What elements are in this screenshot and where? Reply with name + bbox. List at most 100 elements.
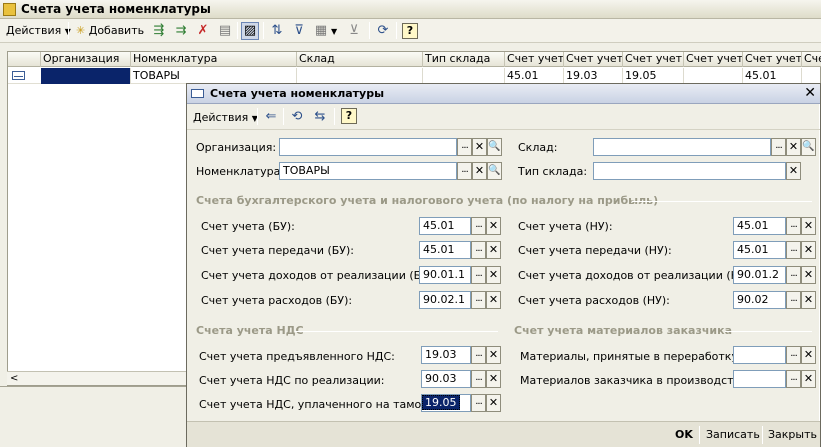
sort-icon[interactable]: ⇅	[268, 22, 286, 40]
cell-account[interactable]	[802, 68, 821, 84]
nu-transfer-account-clear-icon[interactable]: ✕	[801, 241, 816, 259]
cell-account[interactable]: 45.01	[743, 68, 802, 84]
cell-account[interactable]: 45.01	[505, 68, 564, 84]
bu-transfer-account-field[interactable]: 45.01	[419, 241, 471, 259]
nu-expense-account-choose-button[interactable]: ...	[786, 291, 801, 309]
bu-expense-account-field[interactable]: 90.02.1	[419, 291, 471, 309]
filter-icon[interactable]: ⊽	[290, 22, 308, 40]
column-header[interactable]: Счет учет...	[564, 52, 623, 67]
help-button[interactable]: ?	[402, 23, 418, 39]
horizontal-scrollbar[interactable]: <	[7, 371, 187, 385]
vat-sales-account-choose-button[interactable]: ...	[471, 370, 486, 388]
vat-input-account-clear-icon[interactable]: ✕	[486, 346, 501, 364]
materials-production-field[interactable]	[733, 370, 786, 388]
clear-filter-icon[interactable]: ⊻	[345, 22, 363, 40]
nu-account-field[interactable]: 45.01	[733, 217, 786, 235]
column-header[interactable]: Номенклатура	[131, 52, 297, 67]
nomenclature-field[interactable]: ТОВАРЫ	[279, 162, 457, 180]
column-header[interactable]: Тип склада	[423, 52, 505, 67]
organization-choose-button[interactable]: ...	[457, 138, 472, 156]
warehouse-choose-button[interactable]: ...	[771, 138, 786, 156]
column-header[interactable]: Счет учет...	[684, 52, 743, 67]
add-button[interactable]: ✳ Добавить	[72, 21, 148, 40]
bu-transfer-account-clear-icon[interactable]: ✕	[486, 241, 501, 259]
column-header[interactable]: Счет учет...	[505, 52, 564, 67]
materials-production-choose-button[interactable]: ...	[786, 370, 801, 388]
list-mode-icon[interactable]: ▨	[241, 22, 259, 40]
dialog-title-bar[interactable]: Счета учета номенклатуры ✕	[187, 84, 820, 104]
close-icon[interactable]: ✕	[804, 85, 816, 102]
column-header[interactable]: Организация	[41, 52, 131, 67]
organization-clear-icon[interactable]: ✕	[472, 138, 487, 156]
vat-input-account-field[interactable]: 19.03	[421, 346, 471, 364]
cell-account[interactable]: 19.05	[623, 68, 684, 84]
actions-menu-button[interactable]: Действия ▼	[2, 21, 75, 40]
column-header[interactable]: Счет учет...	[623, 52, 684, 67]
refresh-icon[interactable]: ⟳	[374, 22, 392, 40]
warehouse-type-field[interactable]	[593, 162, 786, 180]
nu-transfer-account-choose-button[interactable]: ...	[786, 241, 801, 259]
materials-production-clear-icon[interactable]: ✕	[801, 370, 816, 388]
vat-sales-account-field[interactable]: 90.03	[421, 370, 471, 388]
copy-record-icon[interactable]: ⇆	[311, 108, 329, 126]
cell-warehouse-type[interactable]	[423, 68, 505, 84]
add-group-icon[interactable]: ⇶	[150, 22, 168, 40]
go-to-list-icon[interactable]: ⇐	[262, 108, 280, 126]
nu-expense-account-clear-icon[interactable]: ✕	[801, 291, 816, 309]
nu-account-clear-icon[interactable]: ✕	[801, 217, 816, 235]
organization-field[interactable]	[279, 138, 457, 156]
nu-expense-account-field[interactable]: 90.02	[733, 291, 786, 309]
nu-income-account-clear-icon[interactable]: ✕	[801, 266, 816, 284]
warehouse-clear-icon[interactable]: ✕	[786, 138, 801, 156]
warehouse-open-icon[interactable]: 🔍	[801, 138, 816, 156]
cell-account[interactable]	[684, 68, 743, 84]
nu-account-choose-button[interactable]: ...	[786, 217, 801, 235]
vat-input-account-choose-button[interactable]: ...	[471, 346, 486, 364]
warehouse-field[interactable]	[593, 138, 771, 156]
bu-transfer-account-choose-button[interactable]: ...	[471, 241, 486, 259]
dialog-actions-menu-button[interactable]: Действия ▼	[189, 108, 262, 127]
vat-customs-account-field[interactable]: 19.05	[421, 394, 471, 412]
bu-income-account-choose-button[interactable]: ...	[471, 266, 486, 284]
close-button[interactable]: Закрыть	[768, 427, 817, 443]
materials-processing-choose-button[interactable]: ...	[786, 346, 801, 364]
bu-account-clear-icon[interactable]: ✕	[486, 217, 501, 235]
dropdown-arrow-icon[interactable]: ▼	[331, 27, 337, 36]
cell-account[interactable]: 19.03	[564, 68, 623, 84]
table-row[interactable]: ТОВАРЫ 45.01 19.03 19.05 45.01	[8, 68, 821, 84]
nu-transfer-account-field[interactable]: 45.01	[733, 241, 786, 259]
copy-icon[interactable]: ⇉	[172, 22, 190, 40]
delete-mark-icon[interactable]: ✗	[194, 22, 212, 40]
dialog-help-button[interactable]: ?	[341, 108, 357, 124]
bu-expense-account-clear-icon[interactable]: ✕	[486, 291, 501, 309]
warehouse-type-clear-icon[interactable]: ✕	[786, 162, 801, 180]
reread-icon[interactable]: ⟲	[288, 108, 306, 126]
bu-income-account-clear-icon[interactable]: ✕	[486, 266, 501, 284]
bu-account-field[interactable]: 45.01	[419, 217, 471, 235]
column-header[interactable]: Склад	[297, 52, 423, 67]
bu-account-choose-button[interactable]: ...	[471, 217, 486, 235]
vat-sales-account-clear-icon[interactable]: ✕	[486, 370, 501, 388]
scroll-left-icon[interactable]: <	[10, 372, 18, 385]
column-header[interactable]: Счет учет...	[743, 52, 802, 67]
column-header[interactable]: Сче	[802, 52, 821, 67]
bu-income-account-field[interactable]: 90.01.1	[419, 266, 471, 284]
nu-income-account-choose-button[interactable]: ...	[786, 266, 801, 284]
nomenclature-clear-icon[interactable]: ✕	[472, 162, 487, 180]
vat-customs-account-clear-icon[interactable]: ✕	[486, 394, 501, 412]
nomenclature-open-icon[interactable]: 🔍	[487, 162, 502, 180]
cell-warehouse[interactable]	[297, 68, 423, 84]
materials-processing-field[interactable]	[733, 346, 786, 364]
save-button[interactable]: Записать	[706, 427, 760, 443]
organization-open-icon[interactable]: 🔍	[487, 138, 502, 156]
cell-organization[interactable]	[41, 68, 131, 84]
post-icon[interactable]: ▤	[216, 22, 234, 40]
bu-expense-account-choose-button[interactable]: ...	[471, 291, 486, 309]
vat-customs-account-choose-button[interactable]: ...	[471, 394, 486, 412]
materials-processing-clear-icon[interactable]: ✕	[801, 346, 816, 364]
ok-button[interactable]: OK	[675, 427, 693, 443]
nu-income-account-field[interactable]: 90.01.2	[733, 266, 786, 284]
filter-history-icon[interactable]: ▦	[312, 22, 330, 40]
nomenclature-choose-button[interactable]: ...	[457, 162, 472, 180]
cell-nomenclature[interactable]: ТОВАРЫ	[131, 68, 297, 84]
